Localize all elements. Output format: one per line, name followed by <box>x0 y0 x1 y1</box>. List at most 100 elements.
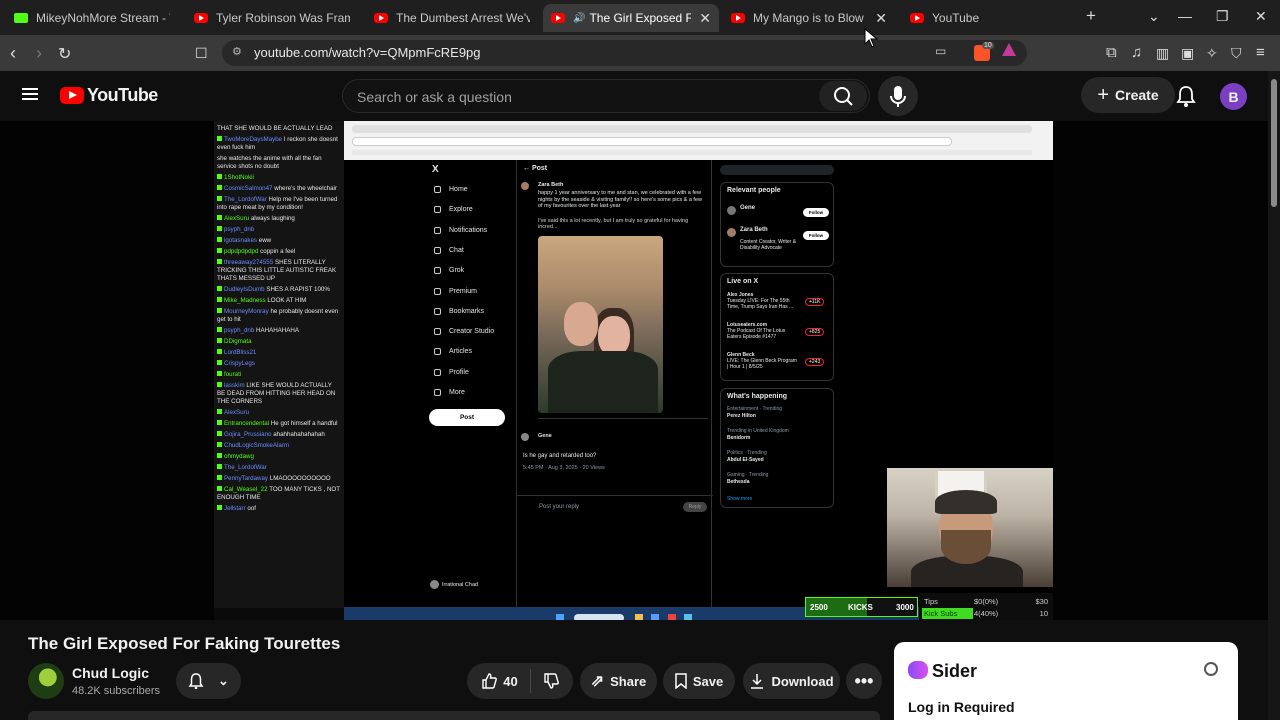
account-avatar[interactable]: B <box>1220 83 1247 110</box>
post-text-continued: I've said this a lot recently, but I am … <box>538 218 689 230</box>
sider-title: Sider <box>932 661 978 681</box>
photo-face-woman <box>598 316 630 356</box>
settings-icon[interactable] <box>1204 662 1218 676</box>
tab-dumbest-arrest[interactable]: The Dumbest Arrest We've Eve <box>366 4 538 32</box>
chat-message: Gojira_Prussiano ahahhahahahahah <box>217 431 341 439</box>
like-button[interactable]: 40 <box>481 673 529 689</box>
bell-icon <box>188 673 204 689</box>
kick-badge-icon <box>217 226 222 231</box>
trend-name: Abdul El-Sayed <box>727 457 764 463</box>
search-input[interactable]: Search or ask a question <box>342 79 870 113</box>
youtube-logo[interactable]: YouTube <box>60 85 158 106</box>
trend-item: Gaming · Trending Bethesda <box>727 472 768 486</box>
subscribed-notifications-button[interactable]: ⌄ <box>176 663 241 699</box>
maximize-icon[interactable]: ❐ <box>1216 8 1229 25</box>
live-title-text: LIVE: The Glenn Beck Program | Hour 1 | … <box>727 358 797 370</box>
cast-icon[interactable]: ▭ <box>935 44 946 58</box>
tab-title: YouTube <box>932 11 980 25</box>
x-nav-icon <box>434 307 441 315</box>
new-tab-icon[interactable]: + <box>1086 6 1096 26</box>
live-listener-count: +243 <box>805 358 825 366</box>
menu-icon[interactable]: ≡ <box>1256 44 1265 61</box>
scrollbar-thumb[interactable] <box>1271 79 1277 207</box>
extensions-icon[interactable]: ⧉ <box>1106 44 1117 61</box>
x-account-name: Irrational Chad <box>442 581 479 588</box>
kick-badge-icon <box>217 371 222 376</box>
thumbs-up-icon <box>482 673 498 689</box>
show-more-link: Show more <box>727 496 753 502</box>
youtube-icon <box>910 13 924 23</box>
minimize-icon[interactable]: — <box>1178 8 1192 24</box>
sparkle-icon[interactable]: ✧ <box>1206 45 1218 62</box>
description-box-edge <box>28 711 880 720</box>
tab-mikeynohmore[interactable]: MikeyNohMore Stream - Watch <box>6 4 178 32</box>
x-nav-label: Explore <box>449 206 473 214</box>
close-tab-icon[interactable]: ✕ <box>875 10 887 27</box>
channel-avatar[interactable] <box>28 663 64 699</box>
search-button[interactable] <box>819 81 867 111</box>
forward-icon[interactable]: › <box>36 43 42 64</box>
x-nav-icon <box>434 226 441 234</box>
chat-text: she watches the anime with all the fan s… <box>217 155 322 170</box>
chat-message: The_LordofWar <box>217 464 341 472</box>
close-tab-icon[interactable]: ✕ <box>699 10 711 27</box>
trend-name: Benidorm <box>727 435 751 441</box>
reload-icon[interactable]: ↻ <box>58 44 71 64</box>
video-player[interactable]: THAT SHE WOULD BE ACTUALLY LEAD TwoMoreDa… <box>0 121 1268 620</box>
voice-search-button[interactable] <box>878 76 918 116</box>
youtube-icon <box>194 13 208 23</box>
chat-message: PennyTardaway LMAOOOOOOOOOO <box>217 475 341 483</box>
close-window-icon[interactable]: ✕ <box>1255 8 1267 25</box>
music-icon[interactable]: ♫ <box>1131 44 1142 61</box>
sidebar-icon[interactable]: ▥ <box>1156 45 1169 62</box>
vpn-shield-icon[interactable]: ⛉ <box>1231 45 1242 62</box>
notifications-bell-icon[interactable] <box>1176 85 1196 107</box>
share-button[interactable]: ⇗ Share <box>580 663 657 699</box>
channel-name[interactable]: Chud Logic <box>72 665 149 681</box>
create-button[interactable]: + Create <box>1081 77 1175 113</box>
download-button[interactable]: Download <box>743 663 840 699</box>
chat-username: lasskim <box>224 382 245 389</box>
reply-author: Gene <box>538 433 552 439</box>
post-photo <box>538 236 663 413</box>
x-right-sidebar: Relevant people Gene Follow Zara Beth Fo… <box>720 160 840 608</box>
tab-girl-exposed[interactable]: 🔊 The Girl Exposed For Fal ✕ <box>543 4 719 32</box>
kick-badge-icon <box>217 486 222 491</box>
like-dislike-group: 40 <box>467 663 573 699</box>
live-item: Alex Jones Tuesday LIVE: For The 55th Tim… <box>727 292 827 310</box>
bookmark-icon[interactable]: ☐ <box>195 45 208 62</box>
tab-youtube[interactable]: YouTube <box>902 4 1032 32</box>
save-button[interactable]: Save <box>663 663 735 699</box>
chat-username: pdpdpdpdpd <box>224 248 259 255</box>
dislike-button[interactable] <box>531 673 559 689</box>
trend-context: Trending in United Kingdom <box>727 428 789 434</box>
chat-text: eww <box>258 237 272 244</box>
back-icon[interactable]: ‹ <box>10 43 16 64</box>
tab-title: Tyler Robinson Was Framed, H <box>216 11 350 25</box>
brave-rewards-icon[interactable] <box>1002 43 1016 56</box>
chat-username: psyph_dnb <box>224 226 255 233</box>
url-text: youtube.com/watch?v=QMpmFcRE9pg <box>254 45 481 60</box>
chat-username: TwoMoreDaysMaybe <box>224 136 283 143</box>
chat-message: Entrancendental He got himself a handful <box>217 420 341 428</box>
tab-tyler-robinson[interactable]: Tyler Robinson Was Framed, H <box>186 4 358 32</box>
create-label: Create <box>1115 87 1159 103</box>
chat-username: DudleyIsDumb <box>224 286 265 293</box>
video-frame[interactable]: THAT SHE WOULD BE ACTUALLY LEAD TwoMoreDa… <box>214 121 1053 620</box>
tab-list-chevron-icon[interactable]: ⌄ <box>1148 8 1160 25</box>
trend-context: Entertainment · Trending <box>727 406 783 412</box>
wallet-icon[interactable]: ▣ <box>1181 45 1194 62</box>
hamburger-menu-icon[interactable] <box>22 88 38 100</box>
kick-badge-icon <box>217 174 222 179</box>
chat-message: THAT SHE WOULD BE ACTUALLY LEAD <box>217 125 341 133</box>
page-scrollbar[interactable] <box>1268 71 1280 720</box>
x-logo: X <box>432 164 439 175</box>
streamer-webcam <box>887 468 1053 587</box>
x-nav-item: Chat <box>434 246 464 254</box>
post-author: Zara Beth <box>538 182 564 188</box>
site-info-icon[interactable]: ⚙ <box>232 45 242 58</box>
kick-badge-icon <box>217 453 222 458</box>
chat-text: ahahhahahahahah <box>273 431 325 438</box>
url-field[interactable]: ⚙ youtube.com/watch?v=QMpmFcRE9pg ▭ 10 <box>222 40 1027 66</box>
more-actions-button[interactable]: ••• <box>846 663 882 699</box>
